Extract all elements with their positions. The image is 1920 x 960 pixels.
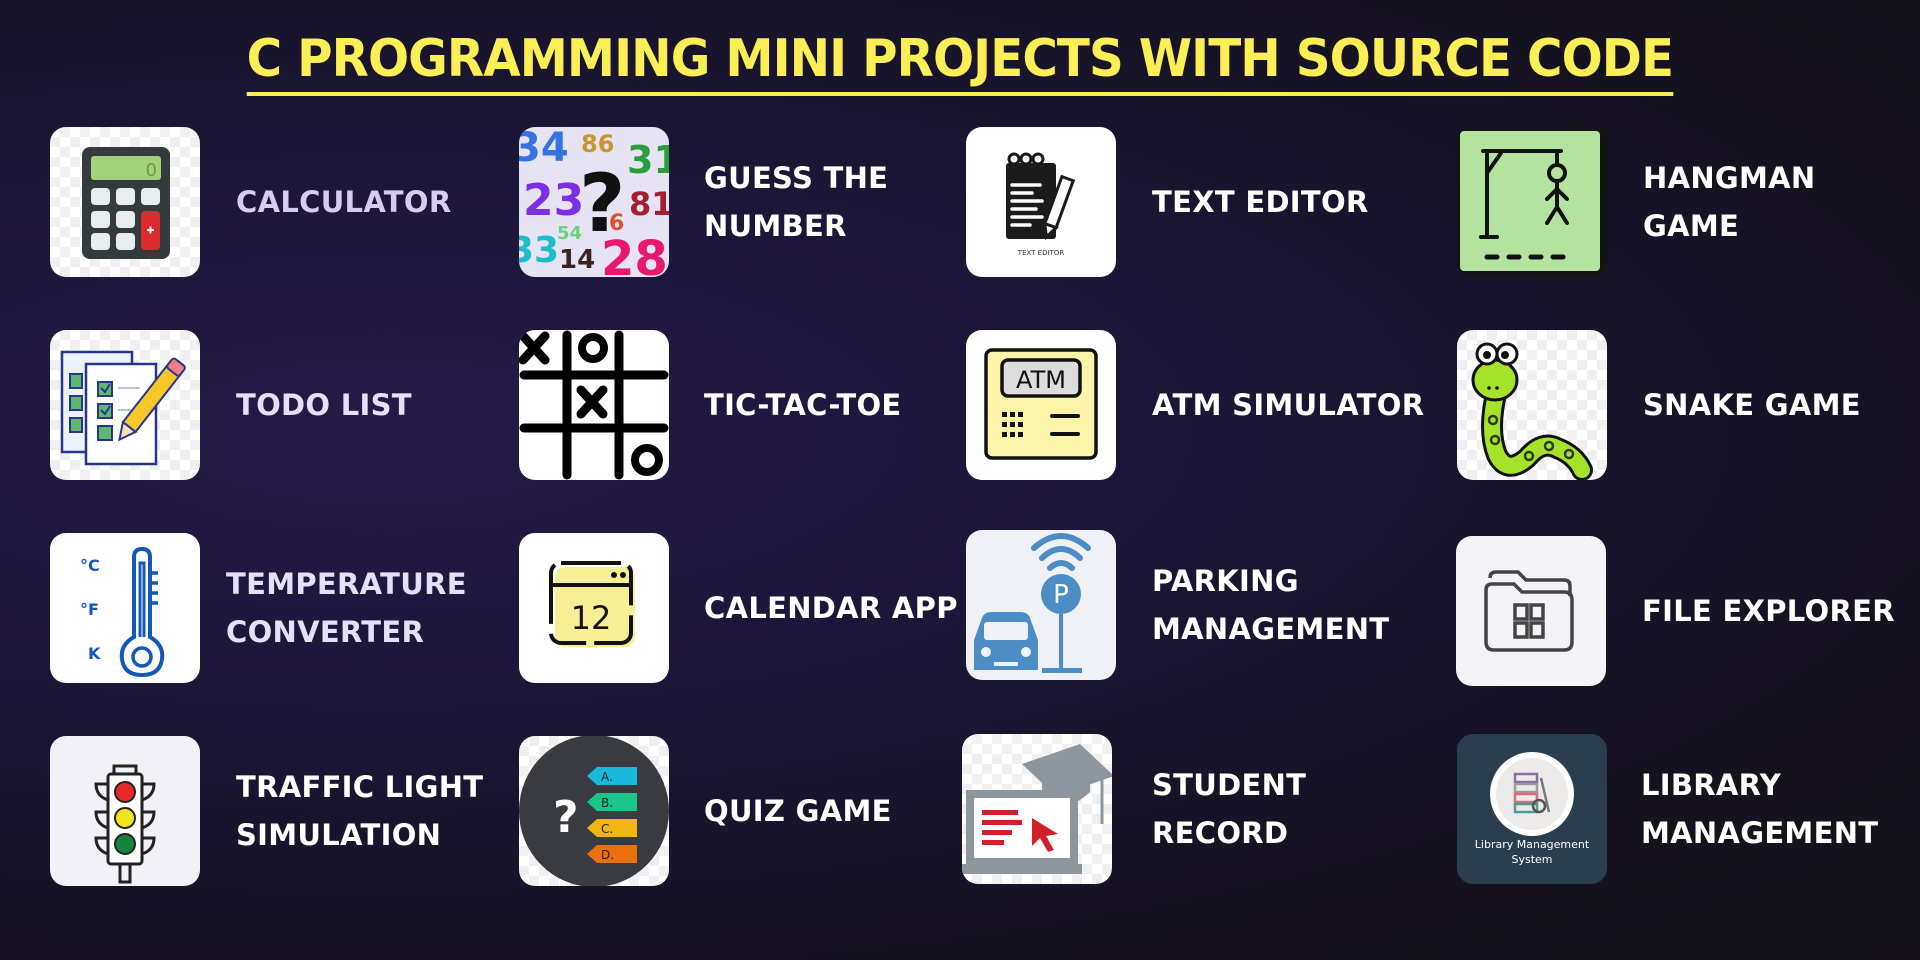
laptop-graduation-cap-icon xyxy=(962,734,1112,884)
project-label: TIC-TAC-TOE xyxy=(704,381,902,429)
project-label: TRAFFIC LIGHT SIMULATION xyxy=(236,763,483,859)
project-card-quiz-game[interactable]: ? A. B. C. D. QUIZ GAME xyxy=(519,736,892,886)
project-label-line1: STUDENT xyxy=(1152,768,1307,802)
project-label-line2: MANAGEMENT xyxy=(1641,816,1879,850)
question-mark: ? xyxy=(553,792,579,843)
project-label: GUESS THE NUMBER xyxy=(704,154,888,250)
thermometer-icon: °C °F K xyxy=(50,533,200,683)
project-label-line2: RECORD xyxy=(1152,816,1289,850)
number-text: 81 xyxy=(629,185,669,223)
question-mark: ? xyxy=(579,157,625,250)
page-title: C PROGRAMMING MINI PROJECTS WITH SOURCE … xyxy=(246,28,1674,96)
project-label-line1: TODO LIST xyxy=(236,388,412,422)
quiz-option-text: A. xyxy=(601,770,613,784)
project-label: HANGMAN GAME xyxy=(1643,154,1815,250)
project-label: TEMPERATURE CONVERTER xyxy=(226,560,467,656)
project-label-line2: CONVERTER xyxy=(226,615,425,649)
snake-icon xyxy=(1457,330,1607,480)
quiz-option-text: C. xyxy=(601,822,613,836)
project-label-line1: QUIZ GAME xyxy=(704,794,892,828)
project-label-line1: SNAKE GAME xyxy=(1643,388,1861,422)
project-label: TEXT EDITOR xyxy=(1152,178,1369,226)
library-books-icon: Library Management System xyxy=(1457,734,1607,884)
gallows-icon xyxy=(1457,127,1607,277)
quiz-options-icon: ? A. B. C. D. xyxy=(519,736,669,886)
project-card-file-explorer[interactable]: FILE EXPLORER xyxy=(1456,536,1895,686)
project-card-snake-game[interactable]: SNAKE GAME xyxy=(1457,330,1861,480)
project-label: STUDENT RECORD xyxy=(1152,761,1306,857)
project-label-line2: SIMULATION xyxy=(236,818,442,852)
project-card-hangman-game[interactable]: HANGMAN GAME xyxy=(1457,127,1815,277)
calendar-icon: 12 xyxy=(519,533,669,683)
project-label-line1: CALCULATOR xyxy=(236,185,452,219)
numbers-question-icon: 34 86 31 23 81 54 6 33 14 28 ? xyxy=(519,127,669,277)
number-text: 23 xyxy=(523,175,584,226)
project-label-line2: GAME xyxy=(1643,209,1740,243)
page-title-wrap: C PROGRAMMING MINI PROJECTS WITH SOURCE … xyxy=(0,28,1920,96)
project-label-line1: CALENDAR APP xyxy=(704,591,958,625)
atm-screen-text: ATM xyxy=(1016,366,1066,394)
project-card-library-management[interactable]: Library Management System LIBRARY MANAGE… xyxy=(1457,734,1878,884)
project-label: FILE EXPLORER xyxy=(1642,587,1895,635)
atm-machine-icon: ATM xyxy=(966,330,1116,480)
project-label-line1: PARKING xyxy=(1152,564,1299,598)
checklist-pencil-icon xyxy=(50,330,200,480)
project-card-text-editor[interactable]: TEXT EDITOR TEXT EDITOR xyxy=(966,127,1369,277)
icon-caption: TEXT EDITOR xyxy=(1017,249,1065,257)
calculator-display: 0 xyxy=(146,160,157,181)
parking-car-icon: P xyxy=(966,530,1116,680)
project-card-guess-the-number[interactable]: 34 86 31 23 81 54 6 33 14 28 ? GUESS THE… xyxy=(519,127,888,277)
notepad-pencil-icon: TEXT EDITOR xyxy=(966,127,1116,277)
project-card-todo-list[interactable]: TODO LIST xyxy=(50,330,412,480)
project-label-line1: TEMPERATURE xyxy=(226,567,467,601)
unit-label: K xyxy=(88,644,101,663)
traffic-light-icon xyxy=(50,736,200,886)
project-label-line2: MANAGEMENT xyxy=(1152,612,1390,646)
project-label-line1: FILE EXPLORER xyxy=(1642,594,1895,628)
project-label-line1: TEXT EDITOR xyxy=(1152,185,1369,219)
tic-tac-toe-grid-icon xyxy=(519,330,669,480)
project-label-line1: LIBRARY xyxy=(1641,768,1781,802)
folder-grid-icon xyxy=(1456,536,1606,686)
number-text: 31 xyxy=(627,138,669,182)
project-label: CALCULATOR xyxy=(236,178,451,226)
project-label: SNAKE GAME xyxy=(1643,381,1861,429)
project-label-line1: TRAFFIC LIGHT xyxy=(236,770,484,804)
quiz-option-text: D. xyxy=(601,848,614,862)
calendar-day: 12 xyxy=(571,599,612,637)
project-label: ATM SIMULATOR xyxy=(1152,381,1424,429)
project-card-calendar-app[interactable]: 12 CALENDAR APP xyxy=(519,533,958,683)
number-text: 34 xyxy=(519,127,569,171)
icon-caption: Library Management xyxy=(1475,838,1590,851)
project-label: QUIZ GAME xyxy=(704,787,892,835)
project-label-line1: ATM SIMULATOR xyxy=(1152,388,1425,422)
project-label-line1: GUESS THE xyxy=(704,161,889,195)
project-card-tic-tac-toe[interactable]: TIC-TAC-TOE xyxy=(519,330,902,480)
unit-label: °F xyxy=(80,600,99,619)
project-label: TODO LIST xyxy=(236,381,412,429)
project-label: LIBRARY MANAGEMENT xyxy=(1641,761,1878,857)
project-card-student-record[interactable]: STUDENT RECORD xyxy=(962,734,1306,884)
project-label: CALENDAR APP xyxy=(704,584,958,632)
project-label-line1: TIC-TAC-TOE xyxy=(704,388,902,422)
parking-sign-letter: P xyxy=(1053,580,1069,610)
project-card-temperature-converter[interactable]: °C °F K TEMPERATURE CONVERTER xyxy=(50,533,467,683)
number-text: 86 xyxy=(581,130,614,158)
project-card-parking-management[interactable]: P PARKING MANAGEMENT xyxy=(966,530,1389,680)
project-card-calculator[interactable]: 0 CALCULATOR xyxy=(50,127,451,277)
unit-label: °C xyxy=(80,556,100,575)
project-label: PARKING MANAGEMENT xyxy=(1152,557,1389,653)
project-label-line1: HANGMAN xyxy=(1643,161,1816,195)
calculator-icon: 0 xyxy=(50,127,200,277)
project-label-line2: NUMBER xyxy=(704,209,847,243)
number-text: 33 xyxy=(519,230,559,271)
icon-caption: System xyxy=(1511,853,1552,866)
project-card-traffic-light-simulation[interactable]: TRAFFIC LIGHT SIMULATION xyxy=(50,736,483,886)
quiz-option-text: B. xyxy=(601,796,613,810)
project-card-atm-simulator[interactable]: ATM ATM SIMULATOR xyxy=(966,330,1424,480)
